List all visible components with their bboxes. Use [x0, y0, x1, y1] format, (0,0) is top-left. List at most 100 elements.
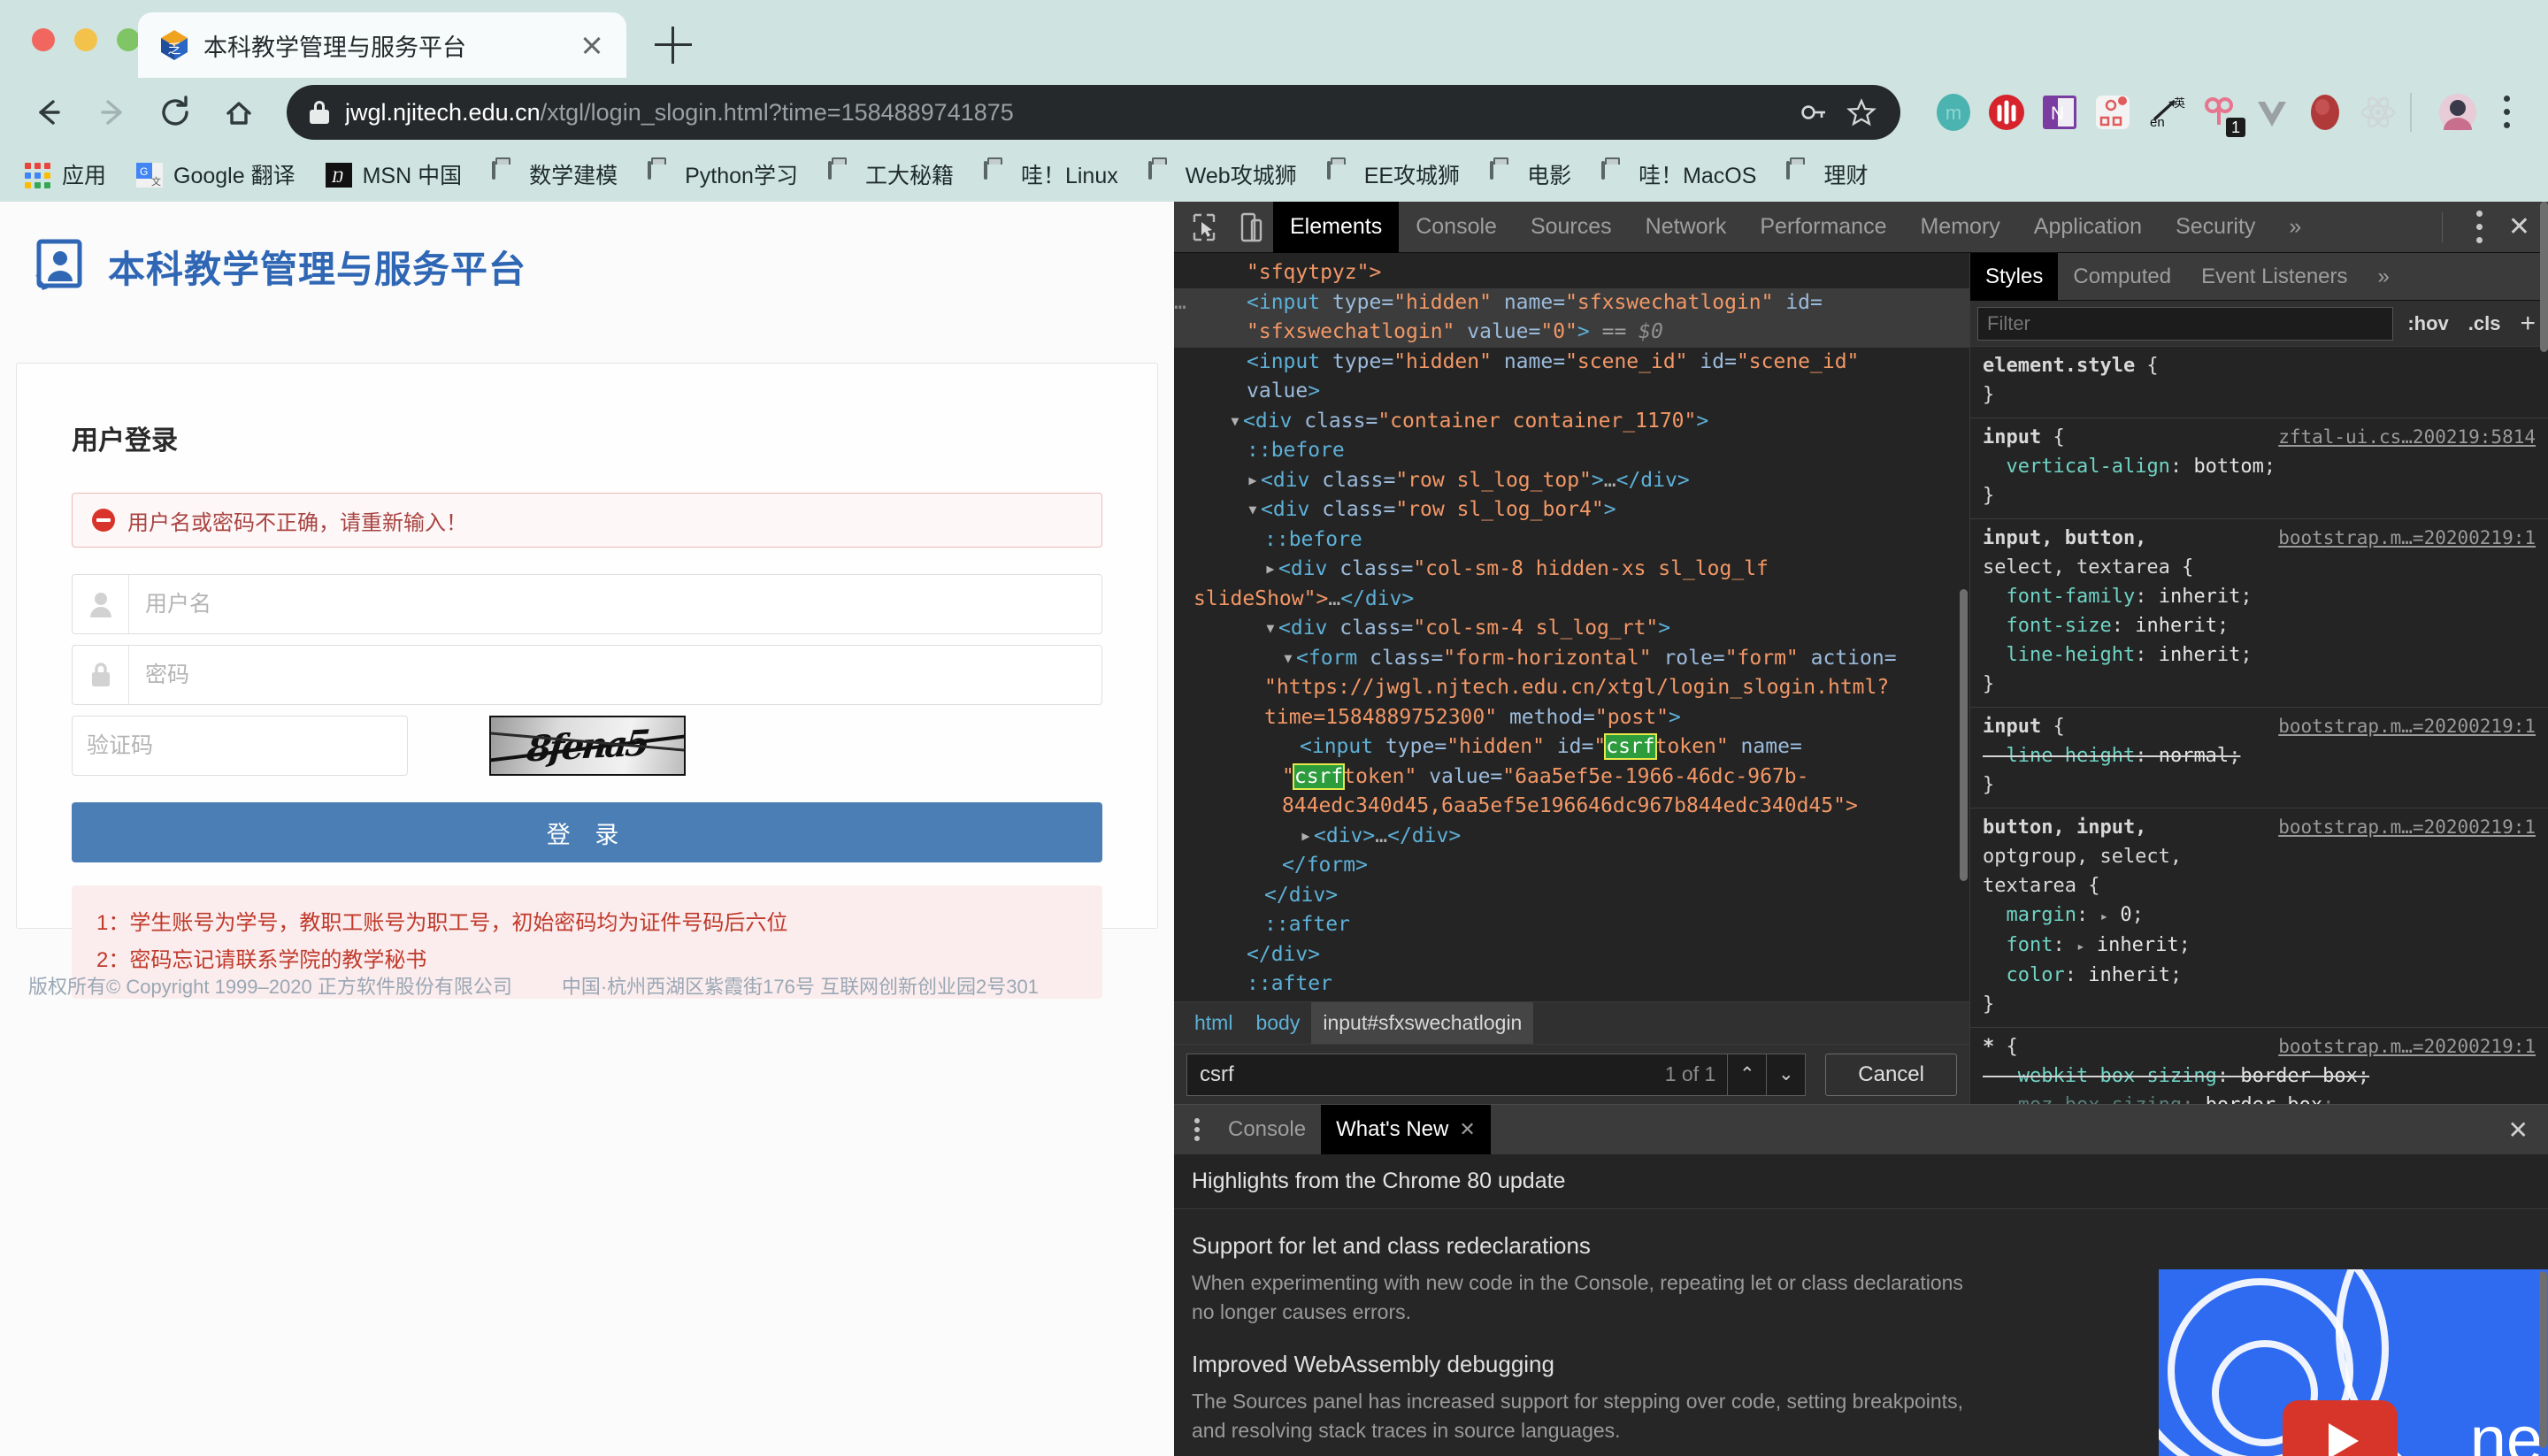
tab-elements[interactable]: Elements — [1273, 201, 1400, 253]
close-drawer-icon[interactable]: ✕ — [2489, 1115, 2548, 1145]
password-field[interactable] — [72, 645, 1102, 705]
dom-line[interactable]: value> — [1174, 377, 1969, 407]
whats-new-item-title[interactable]: Support for let and class redeclarations — [1192, 1232, 1970, 1260]
sitemap-extension-icon[interactable] — [2093, 93, 2132, 132]
find-input[interactable] — [1186, 1053, 1729, 1096]
style-declaration[interactable]: -webkit-box-sizing: border-box; — [1983, 1061, 2536, 1091]
dom-line[interactable]: time=1584889752300" method="post"> — [1174, 703, 1969, 733]
dom-line[interactable]: </form> — [1174, 851, 1969, 881]
close-window-button[interactable] — [32, 28, 55, 51]
star-icon[interactable] — [1846, 96, 1877, 128]
forward-arrow-icon[interactable] — [87, 88, 136, 137]
adblock-extension-icon[interactable] — [1987, 93, 2026, 132]
dom-line[interactable]: ::before — [1174, 436, 1969, 466]
login-button[interactable]: 登 录 — [72, 802, 1102, 862]
new-style-rule-button[interactable]: + — [2514, 309, 2541, 339]
tab-console[interactable]: Console — [1399, 202, 1514, 253]
reload-icon[interactable] — [150, 88, 200, 137]
dom-line[interactable]: ::after — [1174, 910, 1969, 940]
bookmark-item-6[interactable]: 哇！Linux — [983, 158, 1118, 190]
hover-state-button[interactable]: :hov — [2402, 312, 2453, 335]
profile-avatar[interactable] — [2438, 93, 2477, 132]
captcha-input[interactable] — [72, 716, 408, 776]
dom-line[interactable]: ▸<div class="col-sm-8 hidden-xs sl_log_l… — [1174, 555, 1969, 585]
style-rule-source[interactable]: bootstrap.m…=20200219:1 — [2278, 524, 2536, 582]
captcha-image[interactable]: 8fena5 — [489, 716, 686, 776]
username-field[interactable] — [72, 574, 1102, 634]
style-declaration[interactable]: line-height: normal; — [1983, 741, 2536, 770]
tab-event-listeners[interactable]: Event Listeners — [2186, 253, 2362, 301]
dom-line[interactable]: ::after — [1174, 969, 1969, 1000]
style-declaration[interactable]: color: inherit; — [1983, 961, 2536, 990]
mega-extension-icon[interactable]: m — [1934, 93, 1973, 132]
breadcrumb-input[interactable]: input#sfxswechatlogin — [1311, 1001, 1534, 1045]
style-rule-source[interactable]: bootstrap.m…=20200219:1 — [2278, 1032, 2536, 1061]
tab-network[interactable]: Network — [1629, 202, 1744, 253]
style-declaration[interactable]: line-height: inherit; — [1983, 640, 2536, 670]
bookmark-item-9[interactable]: 电影 — [1490, 158, 1571, 190]
dom-line[interactable]: ▾<div class="container container_1170"> — [1174, 407, 1969, 437]
dom-line[interactable]: <input type="hidden" name="scene_id" id=… — [1174, 348, 1969, 378]
bookmark-item-10[interactable]: 哇！MacOS — [1601, 158, 1756, 190]
drawer-tab-console[interactable]: Console — [1213, 1105, 1321, 1154]
maximize-window-button[interactable] — [117, 28, 140, 51]
style-declaration[interactable]: -moz-box-sizing: border-box; — [1983, 1091, 2536, 1104]
drawer-menu-icon[interactable] — [1181, 1105, 1213, 1154]
style-rule-source[interactable]: bootstrap.m…=20200219:1 — [2278, 712, 2536, 741]
dom-line[interactable]: "https://jwgl.njtech.edu.cn/xtgl/login_s… — [1174, 673, 1969, 703]
tab-security[interactable]: Security — [2159, 202, 2272, 253]
tab-application[interactable]: Application — [2017, 202, 2159, 253]
style-rule[interactable]: input, button, select, textarea {bootstra… — [1970, 519, 2548, 708]
styles-rules-list[interactable]: element.style {} input {zftal-ui.cs…20021… — [1970, 202, 2548, 1104]
style-rule[interactable]: * {bootstrap.m…=20200219:1 -webkit-box-s… — [1970, 1028, 2548, 1104]
dom-line[interactable]: ▸<div class="row sl_log_top">…</div> — [1174, 466, 1969, 496]
react-devtools-extension-icon[interactable] — [2359, 93, 2398, 132]
dom-line[interactable]: ▾<div class="row sl_log_bor4"> — [1174, 495, 1969, 525]
devtools-settings-kebab-icon[interactable] — [2462, 207, 2498, 248]
style-rule[interactable]: element.style {} — [1970, 347, 2548, 418]
ublock-extension-icon[interactable] — [2306, 93, 2345, 132]
translate-extension-icon[interactable]: 英 en — [2146, 93, 2185, 132]
style-declaration[interactable]: font-family: inherit; — [1983, 582, 2536, 611]
style-rule-source[interactable]: zftal-ui.cs…200219:5814 — [2278, 423, 2536, 452]
tab-sources[interactable]: Sources — [1514, 202, 1629, 253]
back-arrow-icon[interactable] — [23, 88, 73, 137]
bookmark-item-5[interactable]: 工大秘籍 — [827, 158, 954, 190]
find-prev-button[interactable]: ⌃ — [1728, 1053, 1768, 1096]
tab-computed[interactable]: Computed — [2058, 253, 2186, 301]
whats-new-video-thumbnail[interactable]: ne — [2159, 1269, 2548, 1456]
browser-tab[interactable]: 乏 本科教学管理与服务平台 — [138, 12, 626, 78]
class-toggle-button[interactable]: .cls — [2463, 312, 2506, 335]
bookmark-item-msn[interactable]: Ŋ MSN 中国 — [325, 158, 462, 190]
key-icon[interactable] — [1798, 96, 1830, 128]
style-rule[interactable]: button, input, optgroup, select, textarea… — [1970, 808, 2548, 1028]
dom-line[interactable]: … <input type="hidden" name="sfxswechatlo… — [1174, 287, 1969, 318]
bookmark-item-3[interactable]: 数学建模 — [492, 158, 618, 190]
styles-more-chevron-icon[interactable]: » — [2363, 253, 2405, 301]
play-button-icon[interactable] — [2283, 1400, 2398, 1456]
dom-line[interactable]: ▾<form class="form-horizontal" role="for… — [1174, 644, 1969, 674]
dom-line[interactable]: </div> — [1174, 940, 1969, 970]
find-next-button[interactable]: ⌄ — [1767, 1053, 1807, 1096]
tab-memory[interactable]: Memory — [1903, 202, 2016, 253]
tab-styles[interactable]: Styles — [1970, 252, 2059, 301]
dom-line[interactable]: 844edc340d45,6aa5ef5e196646dc967b844edc3… — [1174, 792, 1969, 822]
dom-line[interactable]: "sfqytpyz"> — [1174, 258, 1969, 288]
dom-line[interactable]: "sfxswechatlogin" value="0"> == $0 — [1174, 318, 1969, 348]
drawer-tab-whats-new[interactable]: What's New ✕ — [1321, 1105, 1491, 1154]
dom-line[interactable]: </div> — [1174, 1000, 1969, 1002]
bookmark-item-11[interactable]: 理财 — [1786, 158, 1868, 190]
window-controls[interactable] — [32, 28, 140, 51]
home-icon[interactable] — [214, 88, 264, 137]
style-rule-source[interactable]: bootstrap.m…=20200219:1 — [2278, 813, 2536, 900]
bookmark-item-google-translate[interactable]: G文 Google 翻译 — [136, 158, 295, 190]
bookmark-item-4[interactable]: Python学习 — [648, 158, 798, 190]
new-tab-button[interactable] — [655, 27, 692, 64]
close-tab-icon[interactable] — [577, 30, 607, 60]
bookmark-item-apps[interactable]: 应用 — [25, 158, 106, 190]
password-input[interactable] — [129, 646, 1101, 704]
style-declaration[interactable]: margin: ▸ 0; — [1983, 900, 2536, 931]
close-whats-new-tab-icon[interactable]: ✕ — [1459, 1118, 1475, 1141]
minimize-window-button[interactable] — [74, 28, 97, 51]
dom-line[interactable]: ::before — [1174, 525, 1969, 556]
